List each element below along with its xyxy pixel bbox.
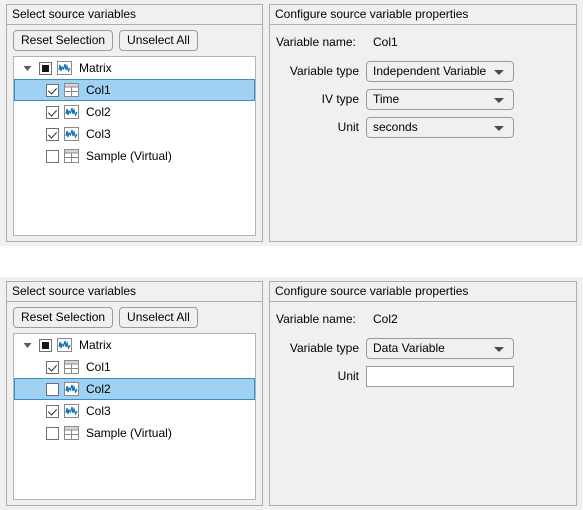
- input-unit[interactable]: [366, 365, 514, 387]
- tree-checkbox[interactable]: [46, 382, 59, 396]
- dropdown-variable-type[interactable]: Data Variable: [366, 337, 514, 359]
- panel-title-select-source-variables: Select source variables: [7, 5, 262, 25]
- tree-checkbox[interactable]: [46, 404, 59, 418]
- property-fields-2: Variable type Data Variable Unit: [270, 337, 576, 387]
- dropdown-value: seconds: [373, 119, 418, 134]
- source-variables-tree-2[interactable]: Matrix Col1 Col2 Col3 Sample (Virtual): [13, 333, 256, 500]
- tree-item-label: Matrix: [79, 61, 112, 75]
- tree-toolbar-2: Reset Selection Unselect All: [7, 302, 262, 332]
- tree-row[interactable]: Col3: [14, 123, 255, 145]
- chevron-down-icon: [494, 125, 504, 131]
- tree-row[interactable]: Matrix: [14, 57, 255, 79]
- property-label: Variable type: [289, 341, 359, 355]
- dialog-snapshot-bottom: Select source variables Reset Selection …: [0, 277, 583, 510]
- table-icon: [64, 360, 79, 374]
- expand-collapse-icon[interactable]: [21, 64, 34, 73]
- property-fields: Variable type Independent Variable IV type…: [270, 60, 576, 138]
- signal-icon: [57, 338, 72, 352]
- property-row: Variable type Independent Variable: [270, 60, 576, 82]
- property-label: Unit: [337, 120, 359, 134]
- chevron-down-icon: [494, 346, 504, 352]
- configure-source-variable-properties-panel-2: Configure source variable properties Var…: [269, 281, 577, 506]
- tree-checkbox[interactable]: [46, 360, 59, 374]
- tree-checkbox[interactable]: [39, 338, 52, 352]
- variable-name-row-2: Variable name: Col2: [270, 308, 576, 330]
- tree-toolbar: Reset Selection Unselect All: [7, 25, 262, 55]
- tree-item-label: Matrix: [79, 338, 112, 352]
- tree-item-label: Sample (Virtual): [86, 149, 172, 163]
- screenshot-root: Select source variables Reset Selection …: [0, 0, 583, 510]
- tree-item-label: Col3: [86, 127, 111, 141]
- table-icon: [64, 149, 79, 163]
- variable-name-label-2: Variable name:: [276, 312, 356, 326]
- configure-properties-body: Variable name: Col1 Variable type Indepen…: [270, 25, 576, 241]
- chevron-down-icon: [494, 69, 504, 75]
- signal-icon: [64, 382, 79, 396]
- expand-collapse-icon[interactable]: [21, 341, 34, 350]
- panel-title-configure-properties: Configure source variable properties: [270, 5, 576, 25]
- variable-name-value: Col1: [373, 35, 398, 49]
- tree-checkbox[interactable]: [46, 105, 59, 119]
- panel-title-select-source-variables-2: Select source variables: [7, 282, 262, 302]
- dropdown-value: Data Variable: [373, 340, 445, 355]
- signal-icon: [64, 105, 79, 119]
- property-row: IV type Time: [270, 88, 576, 110]
- unselect-all-button-2[interactable]: Unselect All: [119, 307, 198, 328]
- tree-item-label: Sample (Virtual): [86, 426, 172, 440]
- table-icon: [64, 426, 79, 440]
- property-label: Unit: [337, 369, 359, 383]
- select-source-variables-panel: Select source variables Reset Selection …: [6, 4, 263, 242]
- unselect-all-button[interactable]: Unselect All: [119, 30, 198, 51]
- dropdown-unit[interactable]: seconds: [366, 116, 514, 138]
- tree-item-label: Col2: [86, 105, 111, 119]
- tree-item-label: Col2: [86, 382, 111, 396]
- property-label: IV type: [321, 92, 359, 106]
- table-icon: [64, 83, 79, 97]
- signal-icon: [57, 61, 72, 75]
- property-label: Variable type: [289, 64, 359, 78]
- select-source-variables-body: Reset Selection Unselect All Matrix Col1 C…: [7, 25, 262, 241]
- dropdown-iv-type[interactable]: Time: [366, 88, 514, 110]
- property-row: Unit seconds: [270, 116, 576, 138]
- tree-checkbox[interactable]: [46, 426, 59, 440]
- tree-row[interactable]: Sample (Virtual): [14, 145, 255, 167]
- reset-selection-button[interactable]: Reset Selection: [13, 30, 114, 51]
- source-variables-tree[interactable]: Matrix Col1 Col2 Col3 Sample (Virtual): [13, 56, 256, 236]
- tree-row[interactable]: Col3: [14, 400, 255, 422]
- tree-row[interactable]: Col2: [14, 378, 255, 400]
- dropdown-variable-type[interactable]: Independent Variable: [366, 60, 514, 82]
- variable-name-value-2: Col2: [373, 312, 398, 326]
- configure-source-variable-properties-panel: Configure source variable properties Var…: [269, 4, 577, 242]
- dialog-snapshot-top: Select source variables Reset Selection …: [0, 0, 583, 246]
- select-source-variables-panel-2: Select source variables Reset Selection …: [6, 281, 263, 506]
- tree-checkbox[interactable]: [46, 149, 59, 163]
- tree-item-label: Col1: [86, 360, 111, 374]
- tree-row[interactable]: Col1: [14, 356, 255, 378]
- property-row: Variable type Data Variable: [270, 337, 576, 359]
- reset-selection-button-2[interactable]: Reset Selection: [13, 307, 114, 328]
- tree-checkbox[interactable]: [46, 83, 59, 97]
- property-row: Unit: [270, 365, 576, 387]
- tree-checkbox[interactable]: [39, 61, 52, 75]
- tree-row[interactable]: Matrix: [14, 334, 255, 356]
- signal-icon: [64, 404, 79, 418]
- chevron-down-icon: [494, 97, 504, 103]
- tree-row[interactable]: Sample (Virtual): [14, 422, 255, 444]
- property-form: Variable name: Col1 Variable type Indepen…: [270, 25, 576, 138]
- panel-title-configure-properties-2: Configure source variable properties: [270, 282, 576, 302]
- dropdown-value: Time: [373, 91, 400, 106]
- select-source-variables-body-2: Reset Selection Unselect All Matrix Col1 C…: [7, 302, 262, 505]
- variable-name-label: Variable name:: [276, 35, 356, 49]
- dropdown-value: Independent Variable: [373, 63, 487, 78]
- signal-icon: [64, 127, 79, 141]
- variable-name-row: Variable name: Col1: [270, 31, 576, 53]
- tree-checkbox[interactable]: [46, 127, 59, 141]
- configure-properties-body-2: Variable name: Col2 Variable type Data Va…: [270, 302, 576, 505]
- tree-item-label: Col1: [86, 83, 111, 97]
- tree-item-label: Col3: [86, 404, 111, 418]
- tree-row[interactable]: Col1: [14, 79, 255, 101]
- property-form-2: Variable name: Col2 Variable type Data Va…: [270, 302, 576, 387]
- tree-row[interactable]: Col2: [14, 101, 255, 123]
